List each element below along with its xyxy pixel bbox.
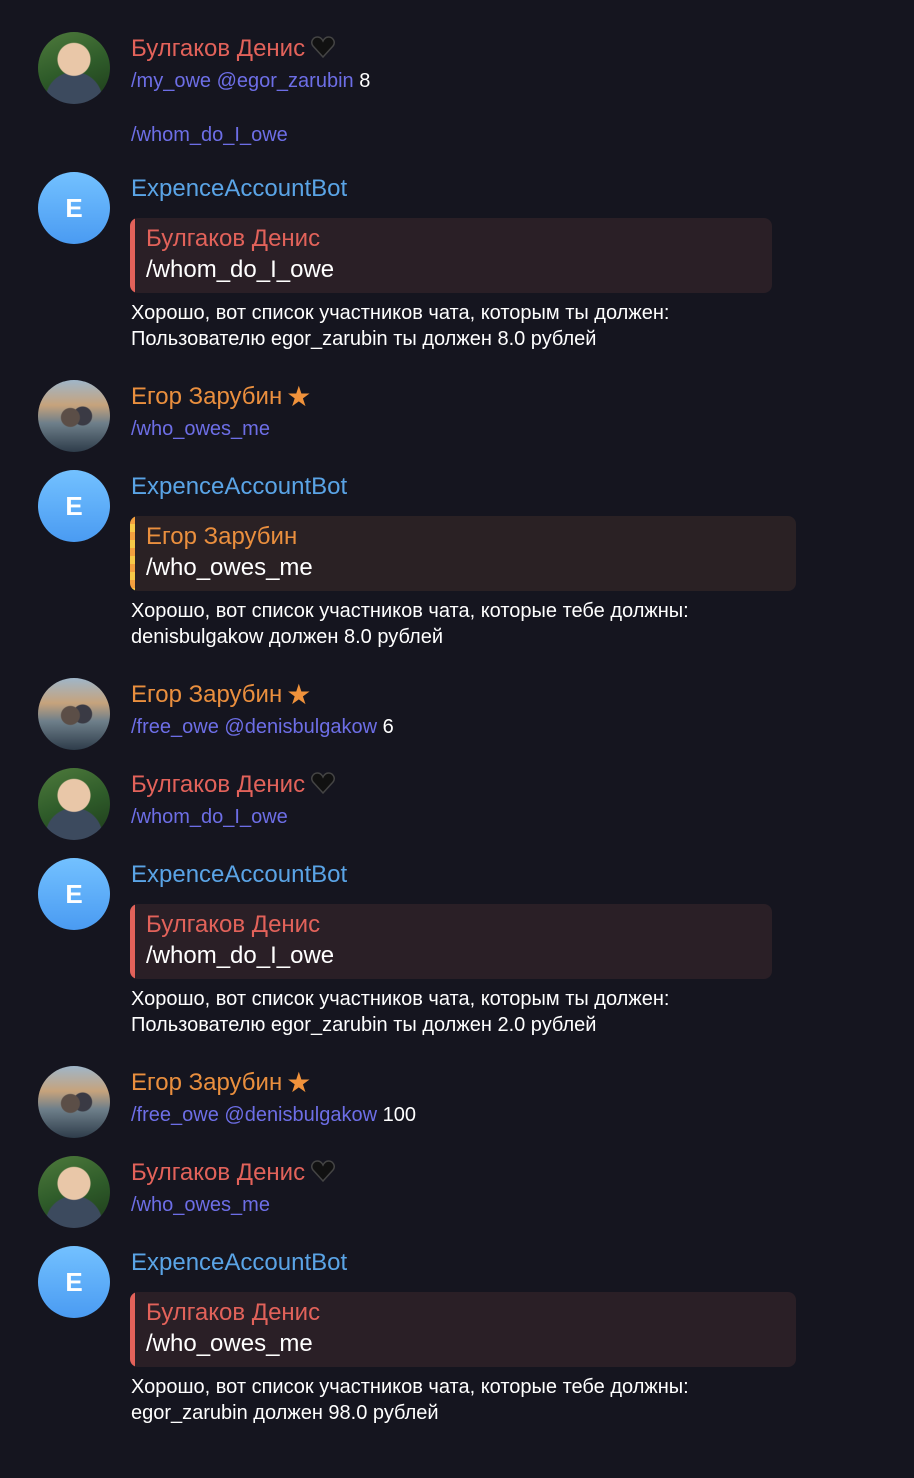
avatar-egor[interactable] <box>38 380 110 452</box>
avatar-bot[interactable]: E <box>38 1246 110 1318</box>
avatar-denis[interactable] <box>38 768 110 840</box>
message-text: /free_owe @denisbulgakow 6 <box>131 714 394 740</box>
quote-sender: Егор Зарубин <box>146 523 298 550</box>
reply-quote[interactable]: Егор Зарубин /who_owes_me <box>130 516 796 591</box>
chat-history: Булгаков Денис /my_owe @egor_zarubin 8 /… <box>0 0 914 1478</box>
sender-name[interactable]: Егор Зарубин ★ <box>131 382 311 412</box>
avatar-bot[interactable]: E <box>38 858 110 930</box>
avatar-letter: E <box>65 1266 83 1297</box>
avatar-egor[interactable] <box>38 678 110 750</box>
avatar-egor[interactable] <box>38 1066 110 1138</box>
quote-sender: Булгаков Денис <box>146 225 321 252</box>
avatar-letter: E <box>65 192 83 223</box>
sender-label: Булгаков Денис <box>131 771 306 798</box>
command-link[interactable]: /my_owe @egor_zarubin <box>131 70 354 92</box>
message-text: Хорошо, вот список участников чата, кото… <box>131 1376 689 1398</box>
black-heart-icon <box>311 36 336 59</box>
message-text: /free_owe @denisbulgakow 100 <box>131 1102 416 1128</box>
sender-name[interactable]: Егор Зарубин ★ <box>131 1068 311 1098</box>
message-text: /whom_do_I_owe <box>131 804 288 830</box>
sender-name[interactable]: Егор Зарубин ★ <box>131 680 311 710</box>
sender-name[interactable]: Булгаков Денис <box>131 1158 336 1188</box>
avatar-denis[interactable] <box>38 32 110 104</box>
message-text: /my_owe @egor_zarubin 8 <box>131 68 370 94</box>
message-text: Хорошо, вот список участников чата, кото… <box>131 600 689 622</box>
command-argument: 100 <box>382 1104 416 1126</box>
message-text: /whom_do_I_owe <box>131 122 288 148</box>
quote-text: /whom_do_I_owe <box>146 942 335 969</box>
command-argument: 8 <box>359 70 371 92</box>
black-heart-icon <box>311 772 336 795</box>
sender-name[interactable]: ExpenceAccountBot <box>131 472 347 502</box>
quote-sender: Булгаков Денис <box>146 911 321 938</box>
quote-text: /who_owes_me <box>146 554 313 581</box>
message-text: egor_zarubin должен 98.0 рублей <box>131 1402 439 1424</box>
sender-label: Булгаков Денис <box>131 1159 306 1186</box>
reply-quote[interactable]: Булгаков Денис /whom_do_I_owe <box>130 904 772 979</box>
quote-bar <box>130 218 135 293</box>
black-heart-icon <box>311 1160 336 1183</box>
message-text: denisbulgakow должен 8.0 рублей <box>131 626 444 648</box>
quote-bar <box>130 904 135 979</box>
message-text: /who_owes_me <box>131 1192 270 1218</box>
star-icon: ★ <box>286 381 312 412</box>
quote-bar <box>130 1292 135 1367</box>
reply-quote[interactable]: Булгаков Денис /who_owes_me <box>130 1292 796 1367</box>
message-text: Пользователю egor_zarubin ты должен 8.0 … <box>131 328 597 350</box>
command-link[interactable]: /free_owe @denisbulgakow <box>131 716 377 738</box>
sender-label: Егор Зарубин <box>131 681 283 708</box>
sender-label: Булгаков Денис <box>131 35 306 62</box>
command-argument: 6 <box>382 716 394 738</box>
message-text: Хорошо, вот список участников чата, кото… <box>131 302 670 324</box>
sender-name[interactable]: ExpenceAccountBot <box>131 174 347 204</box>
avatar-denis[interactable] <box>38 1156 110 1228</box>
quote-text: /who_owes_me <box>146 1330 313 1357</box>
command-link[interactable]: /who_owes_me <box>131 418 270 440</box>
sender-name[interactable]: Булгаков Денис <box>131 34 336 64</box>
avatar-bot[interactable]: E <box>38 470 110 542</box>
avatar-letter: E <box>65 490 83 521</box>
quote-bar <box>130 516 135 591</box>
command-link[interactable]: /whom_do_I_owe <box>131 806 288 828</box>
message-text: /who_owes_me <box>131 416 270 442</box>
sender-name[interactable]: ExpenceAccountBot <box>131 860 347 890</box>
command-link[interactable]: /whom_do_I_owe <box>131 124 288 146</box>
command-link[interactable]: /who_owes_me <box>131 1194 270 1216</box>
avatar-bot[interactable]: E <box>38 172 110 244</box>
message-text: Пользователю egor_zarubin ты должен 2.0 … <box>131 1014 597 1036</box>
command-link[interactable]: /free_owe @denisbulgakow <box>131 1104 377 1126</box>
sender-name[interactable]: Булгаков Денис <box>131 770 336 800</box>
avatar-letter: E <box>65 878 83 909</box>
message-text: Хорошо, вот список участников чата, кото… <box>131 988 670 1010</box>
sender-label: Егор Зарубин <box>131 383 283 410</box>
star-icon: ★ <box>286 1067 312 1098</box>
quote-text: /whom_do_I_owe <box>146 256 335 283</box>
quote-sender: Булгаков Денис <box>146 1299 321 1326</box>
reply-quote[interactable]: Булгаков Денис /whom_do_I_owe <box>130 218 772 293</box>
star-icon: ★ <box>286 679 312 710</box>
sender-label: Егор Зарубин <box>131 1069 283 1096</box>
sender-name[interactable]: ExpenceAccountBot <box>131 1248 347 1278</box>
